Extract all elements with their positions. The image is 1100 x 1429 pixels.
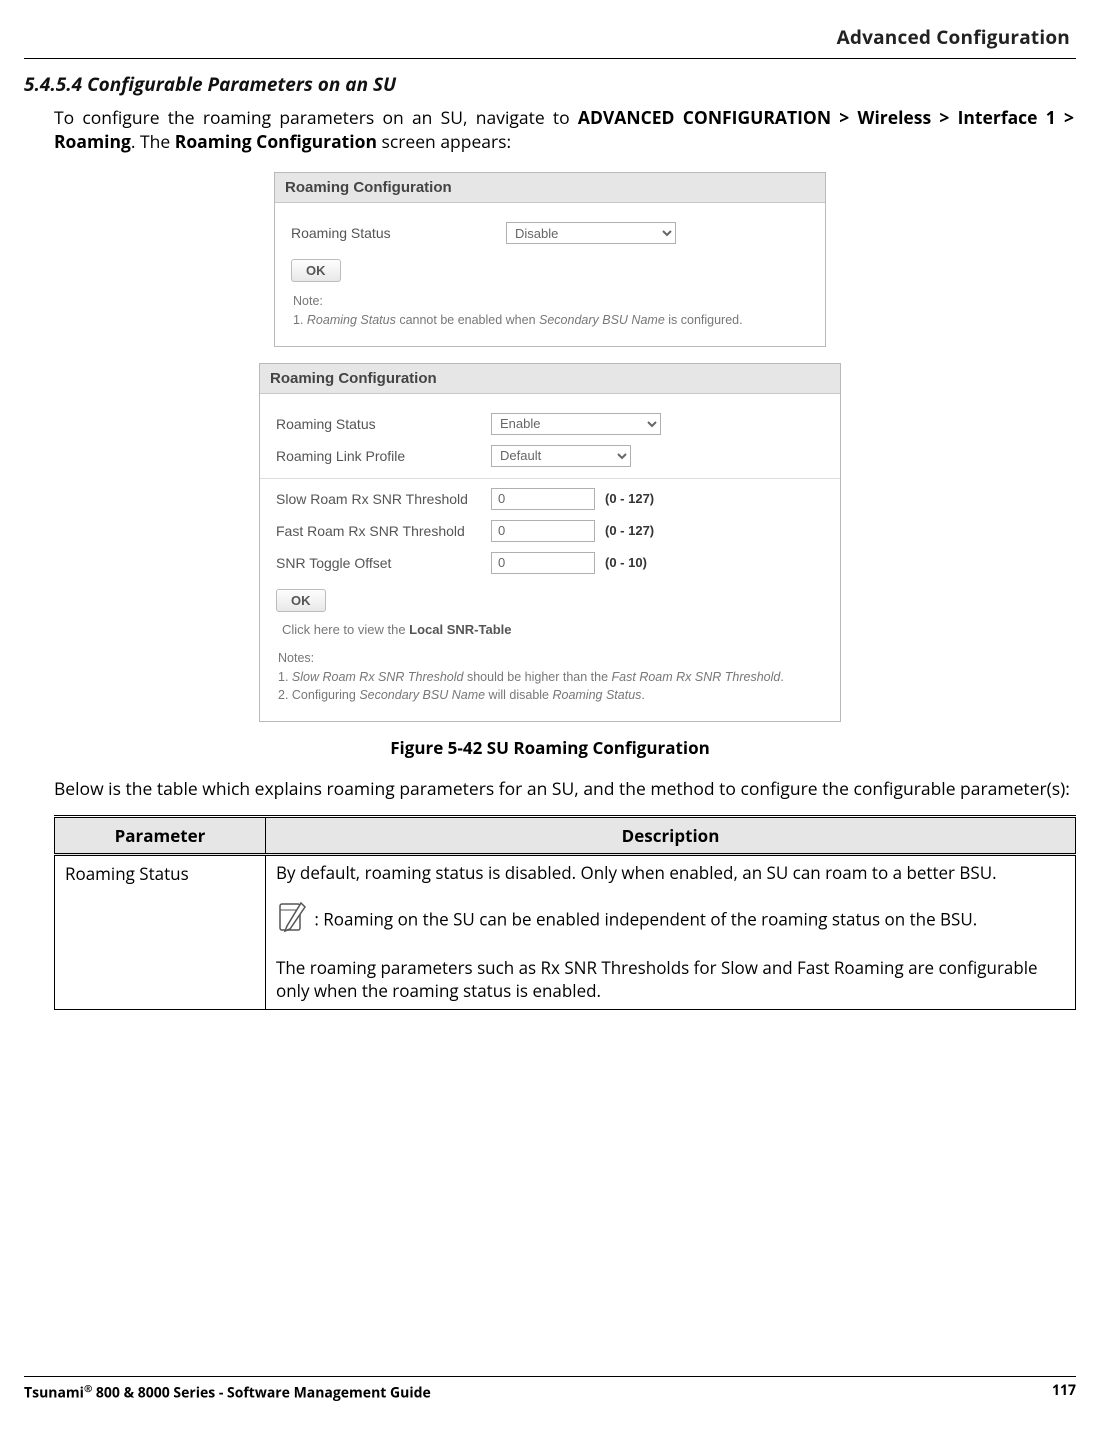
note1-post: is configured. bbox=[665, 313, 743, 327]
n1-mid: should be higher than the bbox=[464, 670, 612, 684]
panel1-status-label: Roaming Status bbox=[291, 225, 506, 241]
snr-link-pre: Click here to view the bbox=[282, 622, 409, 637]
chapter-header: Advanced Configuration bbox=[24, 24, 1076, 50]
slow-roam-input[interactable] bbox=[491, 488, 595, 510]
slow-roam-label: Slow Roam Rx SNR Threshold bbox=[276, 491, 491, 507]
th-parameter: Parameter bbox=[55, 817, 266, 855]
snr-toggle-hint: (0 - 10) bbox=[595, 555, 647, 570]
n1-post: . bbox=[780, 670, 783, 684]
note1-em2: Secondary BSU Name bbox=[539, 313, 665, 327]
fast-roam-label: Fast Roam Rx SNR Threshold bbox=[276, 523, 491, 539]
figure-caption: Figure 5-42 SU Roaming Configuration bbox=[24, 736, 1076, 759]
desc-p2: : Roaming on the SU can be enabled indep… bbox=[276, 901, 1065, 941]
ok-button[interactable]: OK bbox=[291, 259, 341, 282]
parameter-table: Parameter Description Roaming Status By … bbox=[54, 815, 1076, 1010]
desc-p1: By default, roaming status is disabled. … bbox=[276, 862, 1065, 885]
n1-em2: Fast Roam Rx SNR Threshold bbox=[612, 670, 781, 684]
panel1-note: Note: 1. Roaming Status cannot be enable… bbox=[291, 282, 809, 336]
note1-em1: Roaming Status bbox=[307, 313, 396, 327]
n2-em1: Secondary BSU Name bbox=[359, 688, 485, 702]
n2-pre: 2. Configuring bbox=[278, 688, 359, 702]
section-title-text: Configurable Parameters on an SU bbox=[87, 71, 396, 97]
note-label: Note: bbox=[293, 294, 323, 308]
footer-rule bbox=[24, 1376, 1076, 1377]
snr-toggle-input[interactable] bbox=[491, 552, 595, 574]
note1-mid: cannot be enabled when bbox=[396, 313, 539, 327]
intro-pre: To configure the roaming parameters on a… bbox=[54, 106, 578, 130]
section-title: 5.4.5.4 Configurable Parameters on an SU bbox=[24, 71, 1076, 97]
section-number: 5.4.5.4 bbox=[24, 71, 82, 97]
footer-brand: Tsunami bbox=[24, 1384, 84, 1403]
panel2-notes: Notes: 1. Slow Roam Rx SNR Threshold sho… bbox=[276, 639, 824, 711]
header-rule bbox=[24, 58, 1076, 59]
table-intro-text: Below is the table which explains roamin… bbox=[24, 777, 1076, 801]
roaming-status-select-disabled[interactable]: Disable bbox=[506, 222, 676, 244]
n2-post: . bbox=[641, 688, 644, 702]
intro-post2: screen appears: bbox=[377, 130, 511, 154]
footer-guide-title: 800 & 8000 Series - Software Management … bbox=[92, 1384, 430, 1403]
roaming-status-select-enabled[interactable]: Enable bbox=[491, 413, 661, 435]
roaming-config-panel-enabled: Roaming Configuration Roaming Status Ena… bbox=[259, 363, 841, 722]
snr-toggle-label: SNR Toggle Offset bbox=[276, 555, 491, 571]
cell-param-name: Roaming Status bbox=[55, 855, 266, 1010]
intro-screen-name: Roaming Configuration bbox=[175, 130, 377, 154]
th-description: Description bbox=[266, 817, 1076, 855]
roaming-link-profile-select[interactable]: Default bbox=[491, 445, 631, 467]
roaming-config-panel-disabled: Roaming Configuration Roaming Status Dis… bbox=[274, 172, 826, 347]
panel1-title: Roaming Configuration bbox=[275, 173, 825, 203]
panel2-title: Roaming Configuration bbox=[260, 364, 840, 394]
cell-description: By default, roaming status is disabled. … bbox=[266, 855, 1076, 1010]
table-row: Roaming Status By default, roaming statu… bbox=[55, 855, 1076, 1010]
footer-left: Tsunami® 800 & 8000 Series - Software Ma… bbox=[24, 1381, 431, 1403]
ok-button-2[interactable]: OK bbox=[276, 589, 326, 612]
n1-num: 1. bbox=[278, 670, 292, 684]
n2-mid: will disable bbox=[485, 688, 552, 702]
notes-label: Notes: bbox=[278, 651, 314, 665]
slow-roam-hint: (0 - 127) bbox=[595, 491, 654, 506]
snr-table-link-row: Click here to view the Local SNR-Table bbox=[276, 612, 824, 639]
desc-p3: The roaming parameters such as Rx SNR Th… bbox=[276, 957, 1065, 1003]
snr-table-link[interactable]: Local SNR-Table bbox=[409, 622, 511, 637]
intro-paragraph: To configure the roaming parameters on a… bbox=[24, 107, 1076, 154]
page-footer: Tsunami® 800 & 8000 Series - Software Ma… bbox=[24, 1376, 1076, 1403]
panel2-status-label: Roaming Status bbox=[276, 416, 491, 432]
intro-post1: . The bbox=[131, 130, 175, 154]
note1-num: 1. bbox=[293, 313, 307, 327]
fast-roam-input[interactable] bbox=[491, 520, 595, 542]
note-icon bbox=[276, 901, 310, 941]
n2-em2: Roaming Status bbox=[552, 688, 641, 702]
divider bbox=[260, 478, 840, 479]
panel2-profile-label: Roaming Link Profile bbox=[276, 448, 491, 464]
n1-em1: Slow Roam Rx SNR Threshold bbox=[292, 670, 464, 684]
fast-roam-hint: (0 - 127) bbox=[595, 523, 654, 538]
page-number: 117 bbox=[1052, 1381, 1076, 1403]
desc-p2-text: : Roaming on the SU can be enabled indep… bbox=[314, 907, 977, 930]
